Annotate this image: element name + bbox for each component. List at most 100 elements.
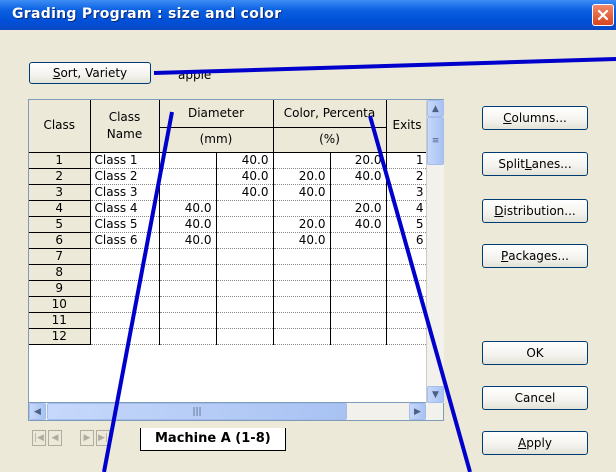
cell-d1[interactable]	[159, 168, 217, 185]
cell-c2[interactable]: 40.0	[330, 168, 387, 185]
cell-exits[interactable]: 2	[386, 168, 429, 185]
columns-button[interactable]: Columns...	[482, 106, 588, 130]
cell-name[interactable]	[90, 328, 160, 345]
cell-exits[interactable]: 3	[386, 184, 429, 201]
cell-exits[interactable]: 5	[386, 216, 429, 233]
title-bar[interactable]: Grading Program : size and color	[0, 0, 616, 30]
scroll-thumb-horizontal[interactable]: |||	[47, 403, 347, 420]
cell-c2[interactable]	[330, 296, 387, 313]
cell-exits[interactable]: 4	[386, 200, 429, 217]
header-exits[interactable]: Exits	[386, 100, 429, 153]
cell-name[interactable]: Class 1	[90, 152, 160, 169]
prev-sheet-icon[interactable]: ◀	[48, 430, 62, 446]
class-grid[interactable]: Class Class Name Diameter Color, Percenta…	[28, 99, 444, 403]
cell-name[interactable]	[90, 280, 160, 297]
cell-c1[interactable]: 40.0	[273, 184, 331, 201]
cell-name[interactable]: Class 3	[90, 184, 160, 201]
cell-d2[interactable]: 40.0	[216, 152, 274, 169]
cell-d1[interactable]	[159, 296, 217, 313]
distribution-button[interactable]: Distribution...	[482, 199, 588, 223]
cell-c1[interactable]: 20.0	[273, 216, 331, 233]
table-row[interactable]: 8	[29, 264, 429, 281]
header-class-name[interactable]: Class Name	[90, 100, 160, 153]
cell-c1[interactable]	[273, 264, 331, 281]
vertical-scrollbar[interactable]: ▲ ≡ ▼	[426, 100, 444, 403]
arrow-left-icon[interactable]: ◀	[29, 403, 46, 420]
cell-d1[interactable]	[159, 184, 217, 201]
cell-cls[interactable]: 2	[29, 168, 91, 185]
cell-exits[interactable]	[386, 248, 429, 265]
cell-d2[interactable]	[216, 200, 274, 217]
cell-d2[interactable]	[216, 232, 274, 249]
header-color-percentage[interactable]: Color, Percenta	[273, 100, 387, 128]
cell-d1[interactable]: 40.0	[159, 232, 217, 249]
cell-cls[interactable]: 6	[29, 232, 91, 249]
cell-c2[interactable]	[330, 264, 387, 281]
cell-c1[interactable]: 40.0	[273, 232, 331, 249]
cell-name[interactable]	[90, 312, 160, 329]
table-row[interactable]: 9	[29, 280, 429, 297]
cell-d1[interactable]: 40.0	[159, 216, 217, 233]
table-row[interactable]: 5 Class 5 40.0 20.0 40.0 5	[29, 216, 429, 233]
cell-c2[interactable]	[330, 328, 387, 345]
sort-variety-button[interactable]: Sort, Variety	[29, 62, 151, 84]
first-sheet-icon[interactable]: |◀	[32, 430, 46, 446]
cell-c2[interactable]	[330, 248, 387, 265]
arrow-right-icon[interactable]: ▶	[409, 403, 426, 420]
cell-name[interactable]: Class 2	[90, 168, 160, 185]
cell-name[interactable]	[90, 248, 160, 265]
cell-c2[interactable]: 40.0	[330, 216, 387, 233]
cell-c2[interactable]	[330, 184, 387, 201]
table-row[interactable]: 7	[29, 248, 429, 265]
cell-cls[interactable]: 4	[29, 200, 91, 217]
last-sheet-icon[interactable]: ▶|	[96, 430, 110, 446]
split-lanes-button[interactable]: Split Lanes...	[482, 152, 588, 176]
cell-exits[interactable]: 6	[386, 232, 429, 249]
cell-cls[interactable]: 3	[29, 184, 91, 201]
cell-c2[interactable]	[330, 280, 387, 297]
arrow-down-icon[interactable]: ▼	[427, 386, 444, 403]
table-row[interactable]: 1 Class 1 40.0 20.0 1	[29, 152, 429, 169]
cell-d1[interactable]	[159, 328, 217, 345]
cell-c1[interactable]	[273, 296, 331, 313]
cell-exits[interactable]	[386, 328, 429, 345]
arrow-up-icon[interactable]: ▲	[427, 100, 444, 117]
cell-d1[interactable]	[159, 152, 217, 169]
cell-cls[interactable]: 9	[29, 280, 91, 297]
cell-d2[interactable]	[216, 296, 274, 313]
horizontal-scrollbar[interactable]: ◀ ||| ▶	[28, 403, 444, 421]
cell-c2[interactable]	[330, 232, 387, 249]
table-row[interactable]: 12	[29, 328, 429, 345]
close-button[interactable]	[592, 4, 614, 26]
cell-c2[interactable]: 20.0	[330, 200, 387, 217]
cell-cls[interactable]: 8	[29, 264, 91, 281]
cell-d1[interactable]	[159, 248, 217, 265]
cell-exits[interactable]	[386, 312, 429, 329]
apply-button[interactable]: Apply	[482, 431, 588, 455]
cancel-button[interactable]: Cancel	[482, 386, 588, 410]
cell-c1[interactable]	[273, 152, 331, 169]
cell-exits[interactable]	[386, 264, 429, 281]
cell-cls[interactable]: 5	[29, 216, 91, 233]
cell-d2[interactable]	[216, 328, 274, 345]
cell-d1[interactable]	[159, 264, 217, 281]
cell-name[interactable]: Class 4	[90, 200, 160, 217]
cell-c1[interactable]	[273, 280, 331, 297]
cell-exits[interactable]: 1	[386, 152, 429, 169]
table-row[interactable]: 11	[29, 312, 429, 329]
cell-exits[interactable]	[386, 280, 429, 297]
cell-c2[interactable]: 20.0	[330, 152, 387, 169]
ok-button[interactable]: OK	[482, 341, 588, 365]
cell-c1[interactable]	[273, 248, 331, 265]
table-row[interactable]: 10	[29, 296, 429, 313]
cell-cls[interactable]: 10	[29, 296, 91, 313]
cell-cls[interactable]: 7	[29, 248, 91, 265]
cell-c1[interactable]	[273, 312, 331, 329]
cell-cls[interactable]: 1	[29, 152, 91, 169]
sheet-tab-machine-a[interactable]: Machine A (1-8)	[140, 428, 286, 451]
table-row[interactable]: 6 Class 6 40.0 40.0 6	[29, 232, 429, 249]
cell-name[interactable]: Class 5	[90, 216, 160, 233]
cell-d2[interactable]: 40.0	[216, 184, 274, 201]
cell-name[interactable]: Class 6	[90, 232, 160, 249]
cell-cls[interactable]: 11	[29, 312, 91, 329]
